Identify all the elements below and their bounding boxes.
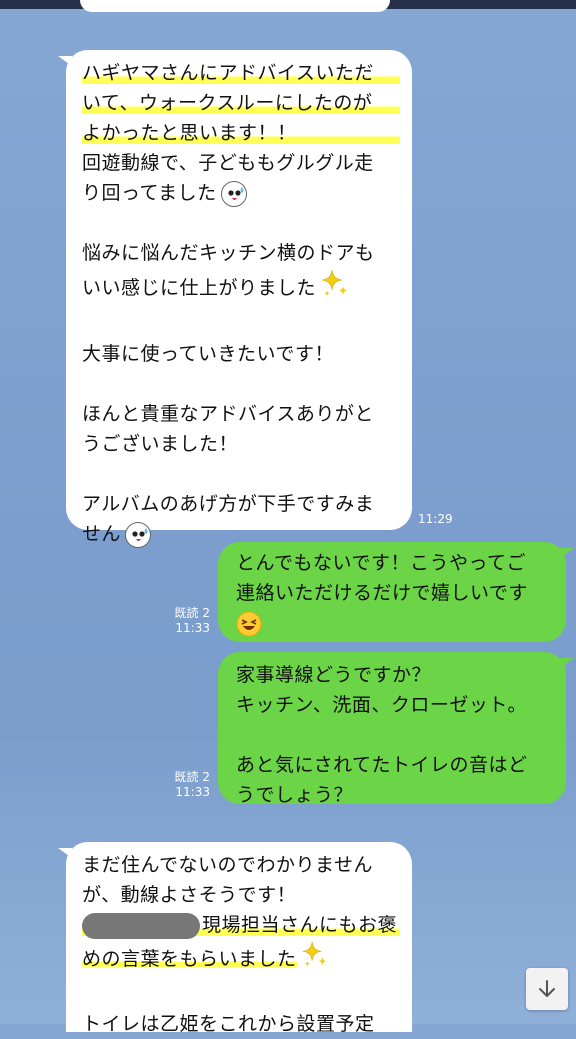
message-text: いい感じに仕上がりました [82, 277, 317, 299]
outgoing-message[interactable]: とんでもないです！こうやってご 連絡いただけるだけで嬉しいです [218, 542, 574, 642]
sparkle-icon [299, 940, 329, 979]
message-line: ハギヤマさんにアドバイスいただ [82, 58, 400, 88]
sparkle-icon [318, 268, 350, 309]
message-text: り回ってました [82, 182, 217, 204]
message-line: 悩みに悩んだキッチン横のドアも [82, 242, 375, 264]
read-receipt: 既読 2 11:33 [168, 770, 210, 800]
message-line: ほんと貴重なアドバイスありがと [82, 403, 374, 425]
message-line: トイレは乙姫をこれから設置予定 [82, 1013, 375, 1035]
message-line: 家事導線どうですか？ [236, 664, 432, 686]
message-line: 連絡いただけるだけで嬉しいです [236, 582, 528, 604]
read-count: 既読 2 [174, 606, 210, 620]
message-line: まだ住んでないのでわかりません [82, 854, 373, 876]
message-line-with-icon: いい感じに仕上がりました [82, 268, 400, 309]
scroll-to-bottom-button[interactable] [526, 968, 568, 1010]
message-time: 11:33 [175, 785, 210, 799]
incoming-message[interactable]: ハギヤマさんにアドバイスいただ いて、ウォークスルーにしたのが よかったと思いま… [58, 50, 412, 548]
message-line: あと気にされてたトイレの音はど [236, 754, 528, 776]
previous-message-bubble [80, 0, 390, 12]
read-count: 既読 2 [174, 770, 210, 784]
message-line: 現場担当さんにもお褒 [82, 910, 400, 940]
sweat-face-icon [125, 521, 152, 548]
message-line: よかったと思います！！ [82, 118, 400, 148]
message-text: せん [82, 523, 122, 545]
message-line: 回遊動線で、子どももグルグル走 [82, 152, 374, 174]
message-line-with-icon: り回ってました [82, 178, 400, 208]
message-line: 大事に使っていきたいです！ [82, 343, 334, 365]
message-line: うでしょう？ [236, 784, 354, 806]
message-line-with-icon: めの言葉をもらいました [82, 940, 400, 979]
message-text: めの言葉をもらいました [82, 948, 297, 970]
outgoing-message[interactable]: 家事導線どうですか？ キッチン、洗面、クローゼット。 あと気にされてたトイレの音… [218, 652, 574, 806]
arrow-down-icon [539, 980, 555, 997]
message-line [236, 608, 556, 638]
message-line: キッチン、洗面、クローゼット。 [236, 694, 527, 716]
message-line: うございました！ [82, 433, 239, 455]
message-text: 現場担当さんにもお褒 [202, 914, 398, 936]
message-line: とんでもないです！こうやってご [236, 552, 527, 574]
message-time: 11:33 [175, 621, 210, 635]
message-line: いて、ウォークスルーにしたのが [82, 88, 400, 118]
sweat-face-icon [220, 180, 247, 207]
redacted-name [82, 912, 200, 939]
message-time: 11:29 [418, 512, 453, 526]
message-line: アルバムのあげ方が下手ですみま [82, 493, 375, 515]
read-receipt: 既読 2 11:33 [168, 606, 210, 636]
incoming-message[interactable]: まだ住んでないのでわかりません が、動線よさそうです！ 現場担当さんにもお褒 め… [58, 842, 412, 1035]
message-line: が、動線よさそうです！ [82, 884, 297, 906]
laughing-face-icon [236, 611, 262, 637]
